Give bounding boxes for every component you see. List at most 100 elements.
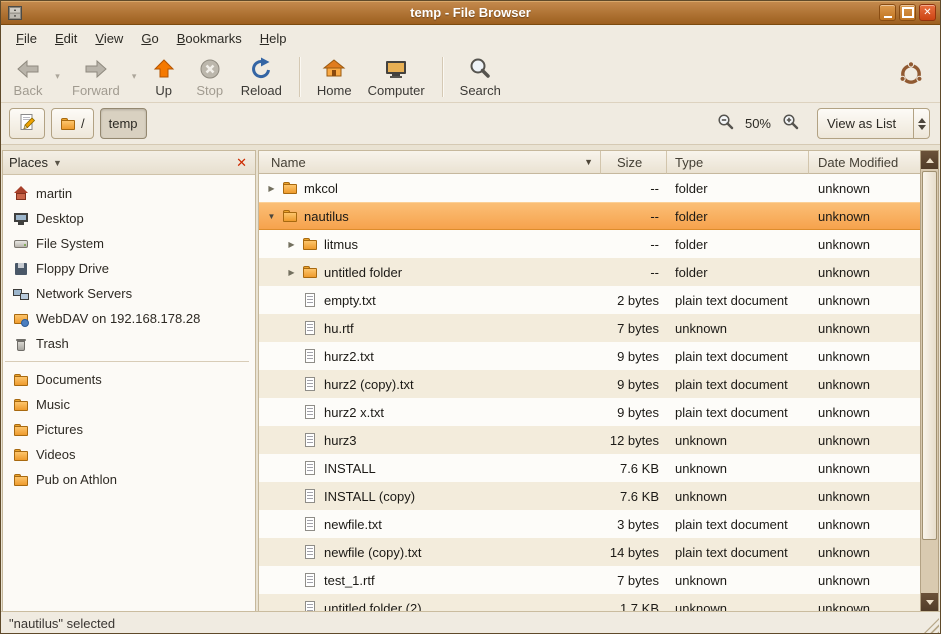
zoom-out-button[interactable] bbox=[715, 111, 736, 137]
back-label: Back bbox=[14, 83, 43, 98]
back-arrow-icon bbox=[15, 56, 41, 82]
scroll-down-button[interactable] bbox=[921, 593, 938, 611]
path-button-root[interactable]: / bbox=[51, 108, 94, 139]
table-row[interactable]: INSTALL 7.6 KB unknown unknown bbox=[259, 454, 920, 482]
reload-button[interactable]: Reload bbox=[233, 54, 290, 100]
stop-label: Stop bbox=[196, 83, 223, 98]
column-header-size[interactable]: Size bbox=[601, 151, 667, 174]
file-type: unknown bbox=[667, 433, 809, 448]
table-row[interactable]: newfile (copy).txt 14 bytes plain text d… bbox=[259, 538, 920, 566]
column-header-date-modified[interactable]: Date Modified bbox=[809, 151, 920, 174]
sidebar-place-item[interactable]: Floppy Drive bbox=[3, 256, 255, 281]
file-type: unknown bbox=[667, 321, 809, 336]
table-row[interactable]: hu.rtf 7 bytes unknown unknown bbox=[259, 314, 920, 342]
file-name: empty.txt bbox=[324, 293, 376, 308]
table-row[interactable]: nautilus -- folder unknown bbox=[259, 202, 920, 230]
combo-stepper-icon[interactable] bbox=[913, 109, 929, 138]
place-label: Pub on Athlon bbox=[36, 472, 117, 487]
up-button[interactable]: Up bbox=[141, 54, 187, 100]
menu-edit[interactable]: Edit bbox=[46, 27, 86, 50]
home-button[interactable]: Home bbox=[309, 54, 360, 100]
sidebar-place-item[interactable]: Pictures bbox=[3, 417, 255, 442]
sidebar-place-item[interactable]: Videos bbox=[3, 442, 255, 467]
file-type: plain text document bbox=[667, 349, 809, 364]
file-size: -- bbox=[601, 181, 667, 196]
expander-icon[interactable] bbox=[265, 212, 278, 221]
toggle-location-entry-button[interactable] bbox=[9, 108, 45, 139]
place-icon bbox=[13, 336, 29, 352]
places-header: Places ▼ ✕ bbox=[3, 151, 255, 175]
table-row[interactable]: untitled folder -- folder unknown bbox=[259, 258, 920, 286]
view-mode-label: View as List bbox=[818, 109, 913, 138]
sidebar-place-item[interactable]: Network Servers bbox=[3, 281, 255, 306]
file-name: untitled folder bbox=[324, 265, 402, 280]
menu-help[interactable]: Help bbox=[251, 27, 296, 50]
search-button[interactable]: Search bbox=[452, 54, 509, 100]
menu-go[interactable]: Go bbox=[132, 27, 167, 50]
close-button[interactable] bbox=[919, 4, 936, 21]
zoom-in-button[interactable] bbox=[780, 111, 801, 137]
sidebar-place-item[interactable]: Music bbox=[3, 392, 255, 417]
maximize-button[interactable] bbox=[899, 4, 916, 21]
titlebar[interactable]: temp - File Browser bbox=[1, 1, 940, 25]
file-date-modified: unknown bbox=[809, 349, 920, 364]
current-folder-label: temp bbox=[109, 116, 138, 131]
zoom-in-icon bbox=[782, 113, 799, 135]
up-label: Up bbox=[155, 83, 172, 98]
reload-label: Reload bbox=[241, 83, 282, 98]
file-size: 12 bytes bbox=[601, 433, 667, 448]
sidebar-place-item[interactable]: Documents bbox=[3, 367, 255, 392]
table-row[interactable]: empty.txt 2 bytes plain text document un… bbox=[259, 286, 920, 314]
column-header-name[interactable]: Name ▼ bbox=[259, 151, 601, 174]
places-selector[interactable]: Places ▼ bbox=[9, 155, 234, 170]
places-list: martin Desktop File System Flopp bbox=[3, 175, 255, 492]
sidebar-place-item[interactable]: Trash bbox=[3, 331, 255, 356]
zoom-level-label: 50% bbox=[745, 116, 771, 131]
file-size: 9 bytes bbox=[601, 405, 667, 420]
scrollbar-track[interactable] bbox=[921, 169, 938, 593]
places-close-button[interactable]: ✕ bbox=[234, 155, 249, 171]
table-row[interactable]: hurz2 (copy).txt 9 bytes plain text docu… bbox=[259, 370, 920, 398]
expander-icon[interactable] bbox=[285, 268, 298, 277]
vertical-scrollbar[interactable] bbox=[920, 150, 939, 611]
table-row[interactable]: mkcol -- folder unknown bbox=[259, 174, 920, 202]
menu-bookmarks[interactable]: Bookmarks bbox=[168, 27, 251, 50]
table-row[interactable]: INSTALL (copy) 7.6 KB unknown unknown bbox=[259, 482, 920, 510]
sidebar-place-item[interactable]: WebDAV on 192.168.178.28 bbox=[3, 306, 255, 331]
expander-icon[interactable] bbox=[265, 184, 278, 193]
place-label: File System bbox=[36, 236, 104, 251]
table-row[interactable]: newfile.txt 3 bytes plain text document … bbox=[259, 510, 920, 538]
file-date-modified: unknown bbox=[809, 433, 920, 448]
scrollbar-thumb[interactable] bbox=[922, 171, 937, 540]
file-size: 7.6 KB bbox=[601, 489, 667, 504]
table-row[interactable]: hurz2 x.txt 9 bytes plain text document … bbox=[259, 398, 920, 426]
sidebar-place-item[interactable]: File System bbox=[3, 231, 255, 256]
resize-grip[interactable] bbox=[923, 618, 939, 634]
file-icon bbox=[302, 460, 318, 476]
expander-icon[interactable] bbox=[285, 240, 298, 249]
computer-button[interactable]: Computer bbox=[360, 54, 433, 100]
sidebar-place-item[interactable]: martin bbox=[3, 181, 255, 206]
table-row[interactable]: litmus -- folder unknown bbox=[259, 230, 920, 258]
minimize-button[interactable] bbox=[879, 4, 896, 21]
sidebar-place-item[interactable]: Pub on Athlon bbox=[3, 467, 255, 492]
table-row[interactable]: untitled folder (2) 1.7 KB unknown unkno… bbox=[259, 594, 920, 611]
table-row[interactable]: hurz3 12 bytes unknown unknown bbox=[259, 426, 920, 454]
file-date-modified: unknown bbox=[809, 489, 920, 504]
place-label: Floppy Drive bbox=[36, 261, 109, 276]
column-header-type[interactable]: Type bbox=[667, 151, 809, 174]
sidebar-place-item[interactable]: Desktop bbox=[3, 206, 255, 231]
file-size: 3 bytes bbox=[601, 517, 667, 532]
table-row[interactable]: hurz2.txt 9 bytes plain text document un… bbox=[259, 342, 920, 370]
place-icon bbox=[13, 186, 29, 202]
menu-view[interactable]: View bbox=[86, 27, 132, 50]
file-icon bbox=[282, 180, 298, 196]
scroll-up-button[interactable] bbox=[921, 151, 938, 169]
menu-file[interactable]: File bbox=[7, 27, 46, 50]
view-mode-select[interactable]: View as List bbox=[817, 108, 930, 139]
file-name: hurz2.txt bbox=[324, 349, 374, 364]
path-button-temp[interactable]: temp bbox=[100, 108, 147, 139]
file-size: -- bbox=[601, 237, 667, 252]
table-row[interactable]: test_1.rtf 7 bytes unknown unknown bbox=[259, 566, 920, 594]
file-icon bbox=[302, 348, 318, 364]
